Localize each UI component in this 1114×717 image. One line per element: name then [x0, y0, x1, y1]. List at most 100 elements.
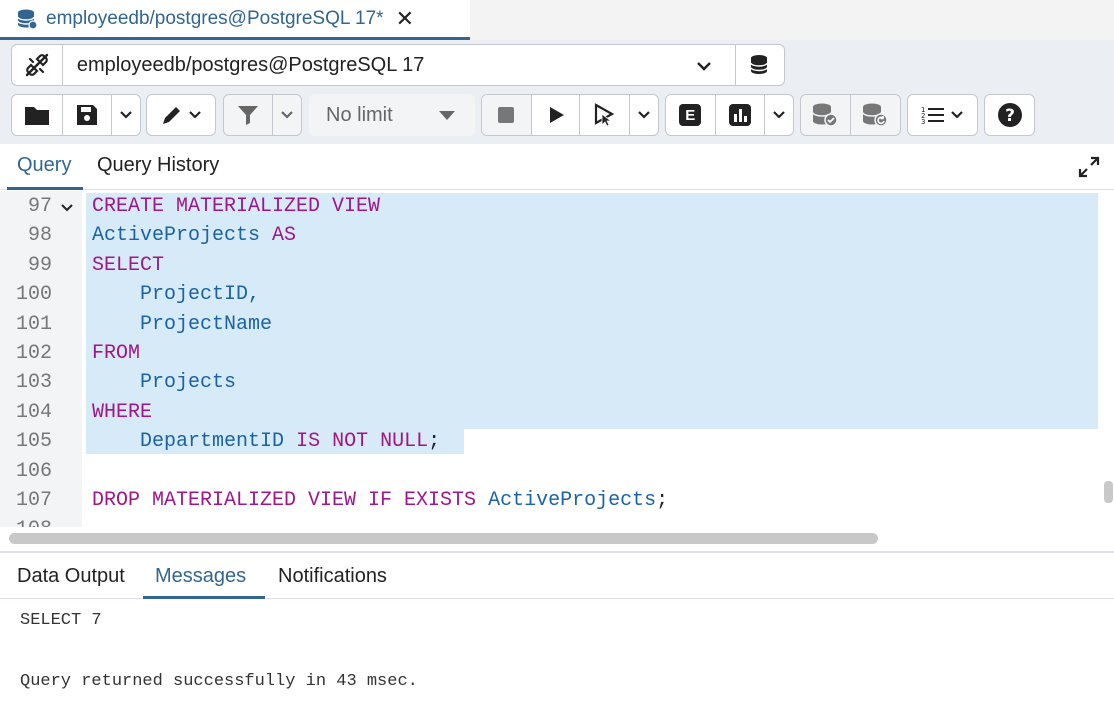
save-file-button[interactable]: [63, 95, 112, 135]
chevron-down-icon: [773, 111, 785, 119]
sql-punctuation: [476, 489, 488, 512]
query-toolbar: No limit E 1 2 3 ?: [0, 94, 1114, 136]
sql-punctuation: ;: [428, 430, 441, 454]
commit-button[interactable]: [801, 95, 851, 135]
database-check-icon: [812, 103, 838, 127]
filter-button-group: [223, 94, 302, 136]
line-number: 103: [15, 371, 52, 395]
close-tab-icon[interactable]: ✕: [396, 6, 414, 32]
code-text: CREATE MATERIALIZED VIEW: [92, 192, 380, 221]
save-options-dropdown[interactable]: [112, 95, 140, 135]
query-tool-tab-title: employeedb/postgres@PostgreSQL 17*: [46, 7, 384, 29]
chevron-down-icon: [281, 111, 293, 119]
horizontal-scrollbar[interactable]: [9, 533, 878, 544]
folder-icon: [25, 107, 49, 125]
code-text: Projects: [92, 368, 236, 397]
macros-button-group: 1 2 3: [907, 94, 978, 136]
pencil-icon: [163, 107, 180, 124]
stop-icon: [498, 107, 515, 123]
database-add-icon: [750, 55, 768, 74]
sql-punctuation: [92, 371, 140, 394]
explain-options-dropdown[interactable]: [765, 95, 793, 135]
sql-keyword: WHERE: [92, 400, 153, 424]
play-icon: [549, 107, 564, 123]
sql-punctuation: [92, 313, 140, 336]
query-tabs: Query Query History: [0, 144, 1114, 190]
query-tool-tab[interactable]: employeedb/postgres@PostgreSQL 17* ✕: [0, 0, 470, 40]
sql-identifier: ,: [248, 283, 261, 307]
help-button-group: ?: [984, 94, 1035, 136]
line-number: 101: [15, 312, 52, 336]
filter-button[interactable]: [224, 95, 274, 135]
new-connection-button[interactable]: [735, 44, 786, 86]
line-number: 106: [15, 459, 52, 483]
explain-button[interactable]: E: [666, 95, 716, 135]
output-tabs: Data Output Messages Notifications: [0, 551, 1114, 599]
vertical-scrollbar[interactable]: [1104, 481, 1113, 503]
sql-keyword: IS NOT NULL: [296, 430, 429, 454]
sql-keyword: CREATE MATERIALIZED VIEW: [92, 195, 381, 218]
code-text: WHERE: [92, 398, 152, 427]
filter-options-dropdown[interactable]: [273, 95, 301, 135]
connection-select[interactable]: employeedb/postgres@PostgreSQL 17: [62, 44, 736, 86]
edit-options-button[interactable]: [147, 95, 215, 135]
explain-analyze-button[interactable]: [716, 95, 766, 135]
file-button-group: [11, 94, 141, 136]
code-line: 103 Projects: [0, 368, 1114, 397]
code-text: DROP MATERIALIZED VIEW IF EXISTS ActiveP…: [92, 486, 668, 515]
list-icon: 1 2 3: [921, 106, 944, 125]
explain-button-group: E: [665, 94, 794, 136]
active-tab-indicator: [7, 187, 83, 190]
chevron-down-icon: [697, 62, 711, 71]
macros-button[interactable]: 1 2 3: [908, 95, 977, 135]
row-limit-value: No limit: [326, 103, 393, 126]
code-line: 106: [0, 457, 1114, 486]
sql-identifier: ProjectID: [140, 283, 249, 307]
code-text: ActiveProjects AS: [92, 221, 296, 250]
code-line: 107 DROP MATERIALIZED VIEW IF EXISTS Acti…: [0, 486, 1114, 515]
code-text: ProjectID,: [92, 280, 260, 309]
line-number: 105: [15, 430, 52, 454]
code-line: 97 CREATE MATERIALIZED VIEW: [0, 192, 1114, 221]
help-icon: ?: [997, 103, 1022, 127]
chevron-down-icon: [638, 111, 650, 119]
tab-data-output[interactable]: Data Output: [17, 565, 125, 588]
tab-query-history[interactable]: Query History: [97, 154, 219, 177]
svg-text:?: ?: [1005, 106, 1015, 126]
tab-messages[interactable]: Messages: [155, 565, 246, 588]
line-number: 98: [27, 224, 52, 248]
bar-chart-icon: [728, 104, 751, 126]
help-button[interactable]: ?: [985, 95, 1034, 135]
sql-editor[interactable]: 97 CREATE MATERIALIZED VIEW 98 ActiveProjec…: [0, 191, 1114, 527]
save-icon: [77, 105, 97, 125]
connection-status-button[interactable]: [11, 44, 63, 86]
chevron-down-icon: [189, 111, 201, 119]
execute-script-button[interactable]: [532, 95, 581, 135]
open-file-button[interactable]: [12, 95, 63, 135]
stop-query-button[interactable]: [482, 95, 532, 135]
tab-notifications[interactable]: Notifications: [278, 565, 387, 588]
message-status: Query returned successfully in 43 msec.: [20, 672, 418, 691]
execute-query-button[interactable]: [580, 95, 631, 135]
code-line: 104 WHERE: [0, 398, 1114, 427]
code-line: 101 ProjectName: [0, 310, 1114, 339]
line-number: 97: [27, 195, 52, 218]
tab-query[interactable]: Query: [17, 154, 71, 177]
caret-down-icon: [439, 111, 455, 120]
code-line: 102 FROM: [0, 339, 1114, 368]
sql-punctuation: [260, 224, 272, 247]
execute-options-dropdown[interactable]: [630, 95, 658, 135]
transaction-button-group: [800, 94, 901, 136]
sql-identifier: ActiveProjects: [92, 224, 261, 248]
sql-punctuation: [92, 430, 140, 453]
svg-text:3: 3: [921, 118, 925, 125]
edit-button-group: [146, 94, 216, 136]
play-cursor-icon: [594, 103, 615, 127]
messages-panel: SELECT 7 Query returned successfully in …: [0, 600, 1114, 717]
fold-chevron-icon[interactable]: [60, 202, 74, 214]
expand-icon[interactable]: [1078, 156, 1100, 178]
row-limit-select[interactable]: No limit: [309, 94, 475, 136]
code-text: ProjectName: [92, 310, 272, 339]
sql-keyword: FROM: [92, 342, 141, 365]
rollback-button[interactable]: [851, 95, 901, 135]
